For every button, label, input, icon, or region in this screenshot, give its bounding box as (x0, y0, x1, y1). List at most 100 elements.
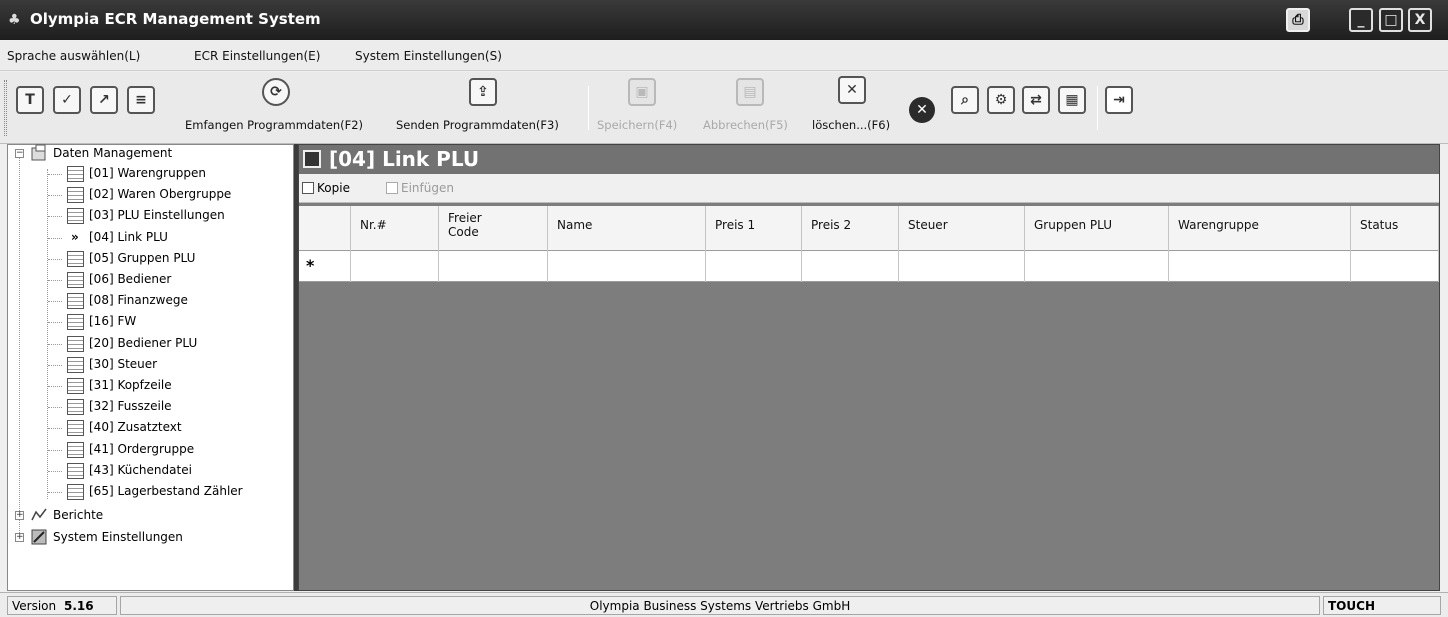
row-selector-column (299, 206, 351, 282)
exit-icon[interactable]: ⇥ (1105, 86, 1133, 114)
tree-line (48, 386, 62, 387)
paste-label: Einfügen (401, 181, 454, 195)
menu-language[interactable]: Sprache auswählen(L) (7, 49, 140, 63)
version-value: 5.16 (63, 599, 94, 613)
menu-bar: Sprache auswählen(L) ECR Einstellungen(E… (0, 41, 1448, 71)
tree-item[interactable]: [01] Warengruppen (89, 166, 206, 180)
minimize-button[interactable]: _ (1349, 8, 1373, 32)
tree-item[interactable]: [32] Fusszeile (89, 399, 172, 413)
tree-root-data-management[interactable]: Daten Management (53, 146, 172, 160)
tree-line (48, 449, 62, 451)
receive-icon[interactable]: ⟳ (262, 78, 290, 106)
tree-item[interactable]: [04] Link PLU (89, 230, 168, 244)
table-icon (67, 378, 84, 394)
tree-item[interactable]: [30] Steuer (89, 357, 157, 371)
column-header[interactable]: Nr.# (360, 218, 387, 232)
table-icon (303, 150, 321, 168)
table-icon (67, 250, 84, 267)
content-header: [04] Link PLU (299, 145, 1439, 174)
column-header[interactable]: Freier Code (448, 211, 482, 239)
menu-system-settings[interactable]: System Einstellungen(S) (355, 49, 502, 63)
tree-item[interactable]: [03] PLU Einstellungen (89, 208, 225, 222)
copy-icon (302, 182, 314, 194)
column-header[interactable]: Preis 2 (811, 218, 851, 232)
table-icon (67, 166, 84, 182)
delete-button[interactable]: löschen...(F6) (812, 118, 890, 132)
transfer-icon[interactable]: ⇄ (1022, 86, 1050, 114)
column-header[interactable]: Gruppen PLU (1034, 218, 1112, 232)
tree-item[interactable]: [31] Kopfzeile (89, 378, 172, 392)
tree-root-system-settings[interactable]: System Einstellungen (53, 530, 183, 544)
close-button[interactable]: X (1408, 8, 1432, 32)
tree-item[interactable]: [06] Bediener (89, 272, 171, 286)
column-header-label: Preis 1 (715, 218, 756, 232)
tree-item[interactable]: [43] Küchendatei (89, 463, 192, 477)
tree-line (48, 301, 62, 303)
table-icon (67, 356, 84, 373)
tree-item[interactable]: [41] Ordergruppe (89, 442, 194, 456)
tree-line (48, 492, 62, 493)
tree-root-reports[interactable]: Berichte (53, 508, 103, 522)
toolbar-grip[interactable] (4, 80, 7, 136)
toolbar-separator (1097, 86, 1098, 130)
column-header[interactable]: Preis 1 (715, 218, 755, 232)
list-icon[interactable]: ≡ (127, 86, 155, 114)
tree-item[interactable]: [65] Lagerbestand Zähler (89, 484, 243, 498)
column-header[interactable]: Status (1360, 218, 1398, 232)
maximize-button[interactable]: □ (1379, 8, 1403, 32)
tree-item[interactable]: [08] Finanzwege (89, 293, 188, 307)
stop-icon[interactable]: ✕ (909, 97, 935, 123)
copy-label: Kopie (317, 181, 350, 195)
paste-button[interactable]: Einfügen (386, 181, 454, 195)
system-settings-icon (30, 528, 48, 546)
menu-ecr-settings[interactable]: ECR Einstellungen(E) (194, 49, 320, 63)
print-icon[interactable]: ⎙ (1286, 8, 1310, 32)
column-header-label: Name (557, 218, 593, 232)
tree-line (48, 237, 62, 239)
tree-item[interactable]: [40] Zusatztext (89, 420, 182, 434)
save-button[interactable]: Speichern(F4) (597, 118, 677, 132)
table-icon (67, 335, 84, 352)
column-header-label: Warengruppe (1178, 218, 1259, 232)
report-icon[interactable]: ↗ (90, 86, 118, 114)
status-bar: Version 5.16 Olympia Business Systems Ve… (0, 592, 1448, 617)
tools-icon[interactable]: ⚙ (987, 86, 1015, 114)
settings-icon[interactable]: T (16, 86, 44, 114)
save-icon[interactable]: ▣ (628, 78, 656, 106)
tree-item[interactable]: [02] Waren Obergruppe (89, 187, 231, 201)
expand-icon[interactable]: + (15, 511, 24, 520)
table-icon (67, 441, 84, 458)
page-title: [04] Link PLU (329, 147, 480, 171)
tree-item[interactable]: [20] Bediener PLU (89, 336, 197, 350)
column-header[interactable]: Steuer (908, 218, 948, 232)
table-icon (67, 187, 84, 204)
toolbar-separator (588, 86, 589, 130)
company-panel: Olympia Business Systems Vertriebs GmbH (120, 596, 1320, 615)
search-icon[interactable]: ⌕ (951, 86, 979, 114)
collapse-icon[interactable]: − (15, 149, 24, 158)
tree-item[interactable]: [05] Gruppen PLU (89, 251, 195, 265)
data-grid: * Nr.# Freier Code Name Preis 1 Preis 2 Steuer… (299, 206, 1439, 282)
cancel-icon[interactable]: ▤ (736, 78, 764, 106)
paste-icon (386, 182, 398, 194)
cancel-button[interactable]: Abbrechen(F5) (703, 118, 788, 132)
column-header[interactable]: Name (557, 218, 592, 232)
check-icon[interactable]: ✓ (53, 86, 81, 114)
table-icon (67, 399, 84, 416)
copy-button[interactable]: Kopie (302, 181, 350, 195)
table-icon (67, 293, 84, 310)
column-header-label: Nr.# (360, 218, 387, 232)
tree-line (48, 322, 62, 324)
column-header-label: Code (448, 225, 479, 239)
column-header-label: Status (1360, 218, 1399, 232)
tree-item[interactable]: [16] FW (89, 314, 136, 328)
send-button[interactable]: Senden Programmdaten(F3) (396, 118, 559, 132)
receive-button[interactable]: Emfangen Programmdaten(F2) (185, 118, 363, 132)
column-header[interactable]: Warengruppe (1178, 218, 1259, 232)
tree-line (48, 216, 62, 218)
column-header-label: Steuer (908, 218, 948, 232)
expand-icon[interactable]: + (15, 533, 24, 542)
calendar-icon[interactable]: ▦ (1058, 86, 1086, 114)
send-icon[interactable]: ⇪ (469, 78, 497, 106)
delete-icon[interactable]: ✕ (838, 76, 866, 104)
